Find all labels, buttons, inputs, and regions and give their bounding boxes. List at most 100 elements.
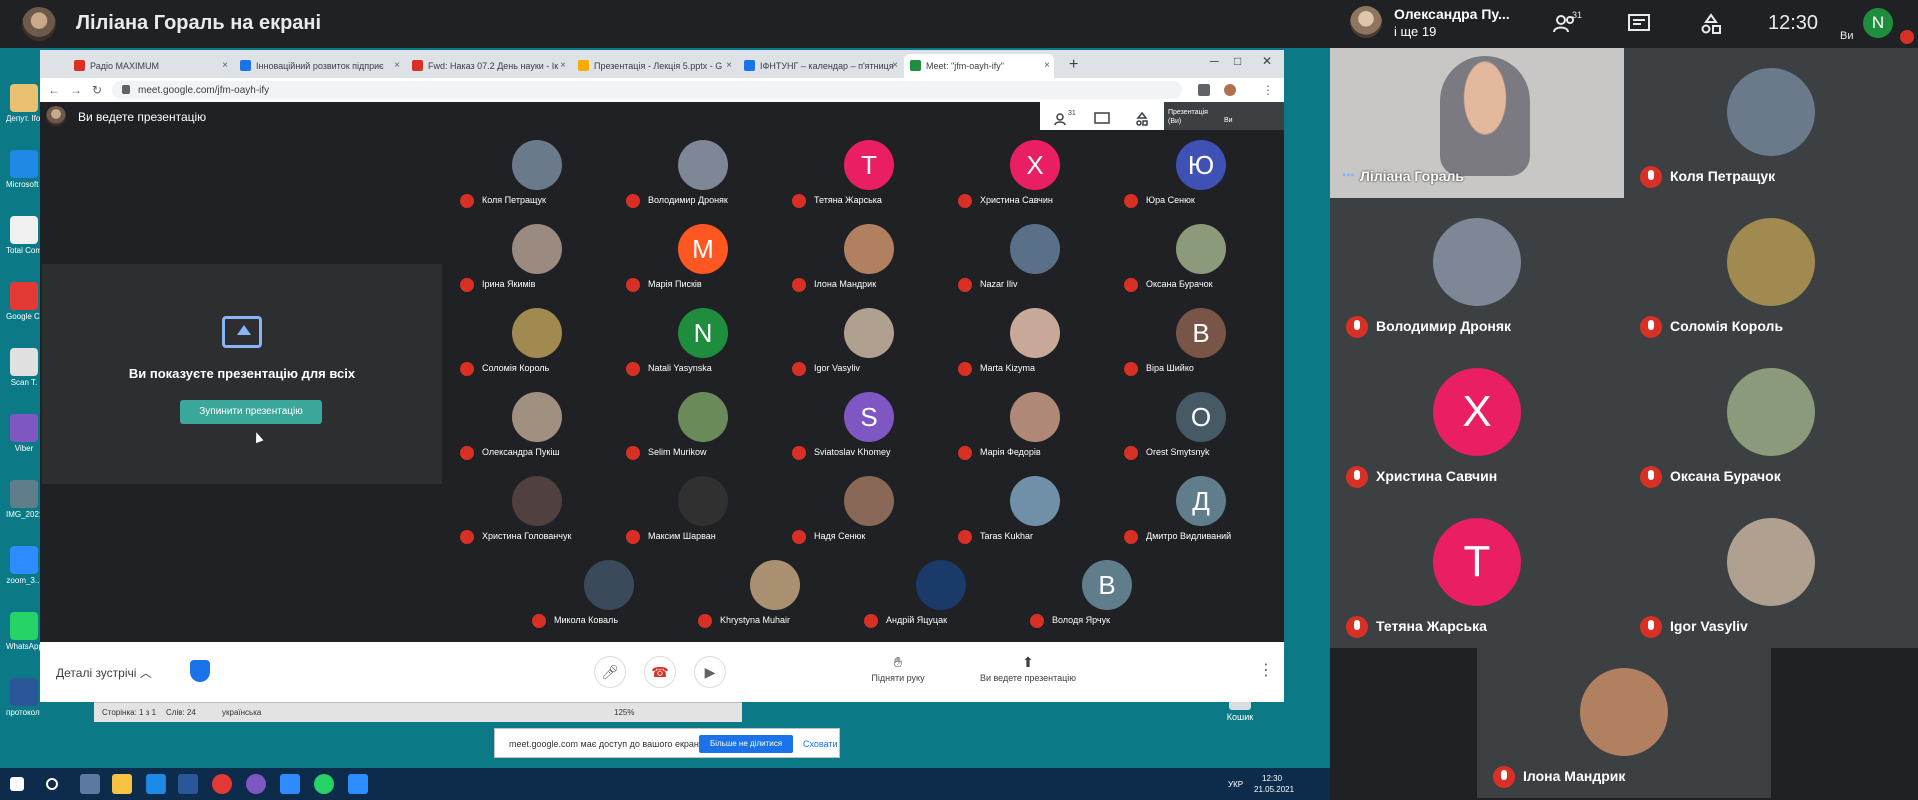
meeting-details-button[interactable]: Деталі зустрічі ︿ — [56, 664, 152, 681]
participant-tile[interactable]: Х Христина Савчин — [952, 130, 1118, 214]
participant-tile[interactable]: Igor Vasyliv — [786, 298, 952, 382]
participant-tile[interactable]: М Марія Писків — [620, 214, 786, 298]
maximize-button[interactable]: □ — [1234, 54, 1241, 68]
leave-call-button[interactable]: ☎︎ — [644, 656, 676, 688]
desktop-shortcut[interactable]: протокол ради - про... — [6, 678, 42, 717]
participant-tile[interactable]: ••• Ліліана Гораль — [1330, 48, 1624, 198]
browser-tab[interactable]: Презентація - Лекція 5.pptx - G × — [572, 54, 736, 78]
url-field[interactable]: meet.google.com/jfm-oayh-ify — [112, 81, 1182, 99]
viber-icon[interactable] — [246, 774, 266, 794]
tab-close-icon[interactable]: × — [394, 60, 400, 71]
participant-tile[interactable]: Оксана Бурачок — [1624, 348, 1918, 498]
desktop-shortcut[interactable]: Google Chrome — [6, 282, 42, 321]
participant-tile[interactable]: O Orest Smytsnyk — [1118, 382, 1284, 466]
minimize-button[interactable]: ─ — [1210, 54, 1219, 68]
participant-tile[interactable]: Khrystyna Muhair — [692, 550, 858, 634]
user-avatar[interactable]: N — [1863, 8, 1893, 38]
participant-tile[interactable]: Коля Петращук — [454, 130, 620, 214]
zoom-icon[interactable] — [280, 774, 300, 794]
participant-tile[interactable]: Соломія Король — [454, 298, 620, 382]
camera-button[interactable]: ▶ — [694, 656, 726, 688]
explorer-icon[interactable] — [112, 774, 132, 794]
participant-tile[interactable]: Оксана Бурачок — [1118, 214, 1284, 298]
browser-tab[interactable]: Fwd: Наказ 07.2 День науки - Ік × — [406, 54, 570, 78]
browser-tab[interactable]: Meet: "jfm-oayh-ify" × — [904, 54, 1054, 78]
participant-tile[interactable]: Igor Vasyliv — [1624, 498, 1918, 648]
desktop-shortcut[interactable]: WhatsApp — [6, 612, 42, 651]
participant-tile[interactable]: Марія Федорів — [952, 382, 1118, 466]
desktop-shortcut[interactable]: IMG_2021 — [6, 480, 42, 519]
participant-tile[interactable]: Ілона Мандрик — [1477, 648, 1771, 798]
participant-tile[interactable]: Соломія Король — [1624, 198, 1918, 348]
tab-close-icon[interactable]: × — [1044, 60, 1050, 71]
participant-tile[interactable]: Надя Сенюк — [786, 466, 952, 550]
search-icon[interactable] — [46, 778, 58, 790]
whatsapp-icon[interactable] — [314, 774, 334, 794]
participant-tile[interactable]: Микола Коваль — [526, 550, 692, 634]
participant-tile[interactable]: Максим Шарван — [620, 466, 786, 550]
participant-tile[interactable]: В Володя Ярчук — [1024, 550, 1190, 634]
desktop-shortcut[interactable]: Депут. Ifobl... — [6, 84, 42, 123]
desktop-shortcut[interactable]: Viber — [6, 414, 42, 453]
participant-tile[interactable]: Д Дмитро Видливаний — [1118, 466, 1284, 550]
stop-sharing-button[interactable]: Більше не ділитися — [699, 735, 793, 753]
participant-tile[interactable]: Ілона Мандрик — [786, 214, 952, 298]
hide-button[interactable]: Сховати — [803, 739, 838, 749]
menu-icon[interactable]: ⋮ — [1262, 83, 1274, 97]
browser-tab[interactable]: Радіо MAXIMUM × — [68, 54, 232, 78]
profile-icon[interactable] — [1224, 84, 1236, 96]
chat-icon[interactable] — [1626, 12, 1652, 36]
participant-tile[interactable]: N Natali Yasynska — [620, 298, 786, 382]
activities-icon[interactable] — [1698, 12, 1724, 36]
participant-tile[interactable]: Ю Юра Сенюк — [1118, 130, 1284, 214]
participant-tile[interactable]: Selim Murikow — [620, 382, 786, 466]
task-view-icon[interactable] — [80, 774, 100, 794]
participant-tile[interactable]: Т Тетяна Жарська — [1330, 498, 1624, 648]
desktop-shortcut[interactable]: Scan T. — [6, 348, 42, 387]
tab-close-icon[interactable]: × — [726, 60, 732, 71]
tab-close-icon[interactable]: × — [892, 60, 898, 71]
participant-tile[interactable]: Т Тетяна Жарська — [786, 130, 952, 214]
participant-tile[interactable]: Nazar Iliv — [952, 214, 1118, 298]
stop-presenting-button[interactable]: Зупинити презентацію — [180, 400, 322, 424]
word-icon[interactable] — [178, 774, 198, 794]
browser-tab[interactable]: Інноваційний розвиток підприє × — [234, 54, 404, 78]
participant-tile[interactable]: Володимир Дроняк — [1330, 198, 1624, 348]
shield-icon[interactable] — [190, 660, 210, 682]
browser-tab[interactable]: ІФНТУНГ – календар – п'ятниця × — [738, 54, 902, 78]
participant-tile[interactable]: Marta Kizyma — [952, 298, 1118, 382]
desktop-shortcut[interactable]: zoom_3... — [6, 546, 42, 585]
participant-tile[interactable]: Х Христина Савчин — [1330, 348, 1624, 498]
participant-thumbnail[interactable] — [1350, 6, 1382, 38]
mail-icon[interactable] — [146, 774, 166, 794]
new-tab-button[interactable]: + — [1069, 56, 1078, 74]
participant-tile[interactable]: Володимир Дроняк — [620, 130, 786, 214]
zoom-icon[interactable] — [348, 774, 368, 794]
desktop-shortcut[interactable]: Microsoft Edge — [6, 150, 42, 189]
tab-close-icon[interactable]: × — [560, 60, 566, 71]
presenting-button[interactable]: ⬆ Ви ведете презентацію — [968, 654, 1088, 683]
participant-tile[interactable]: Taras Kukhar — [952, 466, 1118, 550]
forward-icon[interactable]: → — [70, 83, 82, 97]
chrome-icon[interactable] — [212, 774, 232, 794]
start-icon[interactable] — [10, 777, 24, 791]
participant-tile[interactable]: Христина Голованчук — [454, 466, 620, 550]
back-icon[interactable]: ← — [48, 83, 60, 97]
more-options-icon[interactable]: ⋮ — [1258, 660, 1274, 680]
mic-button[interactable]: 🎤︎ — [594, 656, 626, 688]
participant-tile[interactable]: Андрій Яцуцак — [858, 550, 1024, 634]
extension-icon[interactable] — [1198, 84, 1210, 96]
reload-icon[interactable]: ↻ — [92, 83, 102, 97]
participant-tile[interactable]: S Sviatoslav Khomey — [786, 382, 952, 466]
participant-tile[interactable]: Ірина Якимів — [454, 214, 620, 298]
participant-tile[interactable]: В Віра Шийко — [1118, 298, 1284, 382]
chat-icon[interactable] — [1094, 112, 1110, 126]
raise-hand-button[interactable]: ✋︎ Підняти руку — [858, 654, 938, 683]
close-button[interactable]: ✕ — [1262, 54, 1272, 68]
activities-icon[interactable] — [1134, 112, 1150, 126]
tab-close-icon[interactable]: × — [222, 60, 228, 71]
desktop-shortcut[interactable]: Total Commander — [6, 216, 42, 255]
participant-tile[interactable]: Олександра Пукіш — [454, 382, 620, 466]
participant-tile[interactable]: Коля Петращук — [1624, 48, 1918, 198]
taskbar-lang[interactable]: УКР — [1228, 780, 1243, 789]
